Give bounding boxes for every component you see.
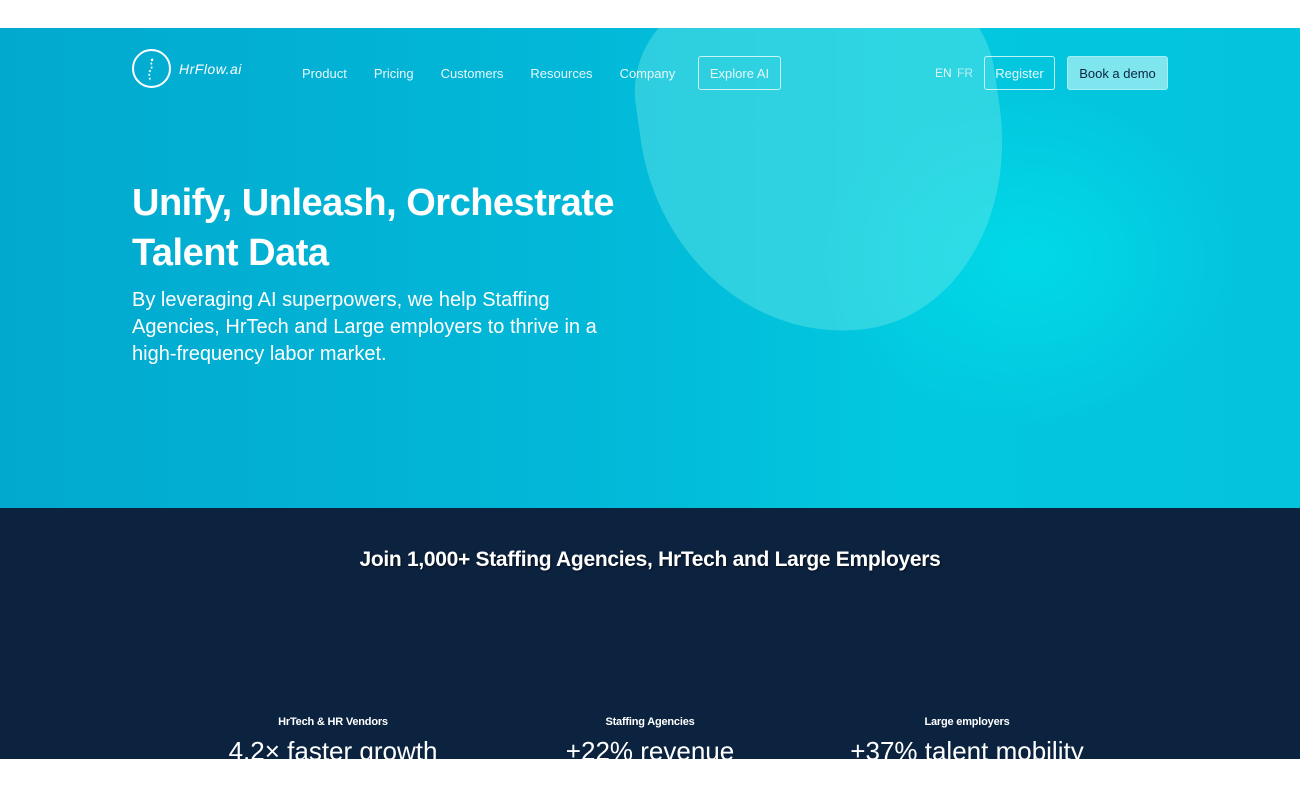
logo-text: HrFlow.ai — [179, 60, 242, 77]
language-fr-link[interactable]: FR — [957, 66, 973, 80]
stat-label: Staffing Agencies — [605, 716, 695, 728]
customers-section: Join 1,000+ Staffing Agencies, HrTech an… — [0, 508, 1300, 759]
stat-value: +37% talent mobility — [850, 736, 1084, 759]
stat-value: 4.2× faster growth — [228, 736, 438, 759]
customers-title: Join 1,000+ Staffing Agencies, HrTech an… — [359, 548, 941, 571]
stat-label: Large employers — [924, 716, 1010, 728]
stat-label: HrTech & HR Vendors — [278, 716, 388, 728]
logo[interactable]: HrFlow.ai — [132, 49, 242, 88]
top-navigation: HrFlow.ai Product Pricing Customers Reso… — [0, 28, 1300, 118]
language-en-link[interactable]: EN — [935, 66, 952, 80]
nav-link-resources[interactable]: Resources — [530, 66, 592, 81]
stat-employers: Large employers +37% talent mobility — [817, 716, 1117, 759]
page: HrFlow.ai Product Pricing Customers Reso… — [0, 0, 1300, 788]
nav-link-product[interactable]: Product — [302, 66, 347, 81]
logo-icon — [132, 49, 171, 88]
nav-link-customers[interactable]: Customers — [441, 66, 504, 81]
hero-title: Unify, Unleash, Orchestrate Talent Data — [132, 182, 615, 274]
nav-link-company[interactable]: Company — [620, 66, 676, 81]
nav-links: Product Pricing Customers Resources Comp… — [302, 66, 675, 81]
nav-link-pricing[interactable]: Pricing — [374, 66, 414, 81]
stat-staffing: Staffing Agencies +22% revenue — [500, 716, 800, 759]
stat-hrtech: HrTech & HR Vendors 4.2× faster growth — [183, 716, 483, 759]
book-demo-button[interactable]: Book a demo — [1067, 56, 1168, 90]
hero-section: HrFlow.ai Product Pricing Customers Reso… — [0, 28, 1300, 508]
register-button[interactable]: Register — [984, 56, 1055, 90]
hero-subtitle: By leveraging AI superpowers, we help St… — [132, 289, 597, 365]
stat-value: +22% revenue — [565, 736, 735, 759]
explore-ai-button[interactable]: Explore AI — [698, 56, 781, 90]
